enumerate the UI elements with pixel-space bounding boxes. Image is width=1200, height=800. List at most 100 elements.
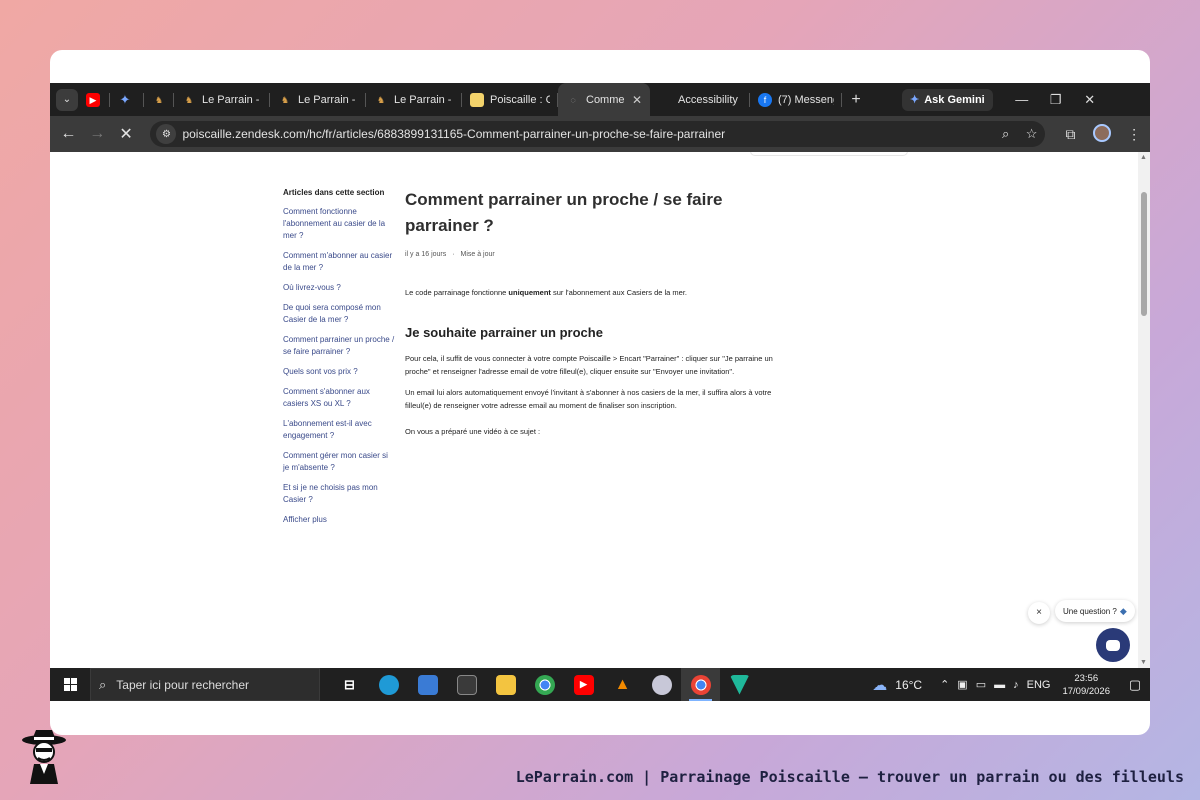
network-icon[interactable]: ▭ — [976, 678, 986, 691]
chat-prompt-bubble[interactable]: Une question ? ◆ — [1055, 600, 1135, 622]
app-icon — [729, 674, 750, 695]
leparrain-logo — [22, 730, 66, 784]
sidebar-link[interactable]: Comment fonctionne l'abonnement au casie… — [283, 206, 395, 242]
bookmark-star-icon[interactable]: ☆ — [1019, 126, 1045, 142]
meta-separator: · — [452, 251, 455, 258]
leparrain-icon: ♞ — [154, 94, 164, 105]
taskbar-youtube[interactable]: ▶ — [564, 668, 603, 701]
sidebar-link[interactable]: Et si je ne choisis pas mon Casier ? — [283, 482, 395, 506]
leparrain-icon: ♞ — [184, 94, 194, 105]
tab-active-article[interactable]: ◌ Comment ✕ — [558, 83, 650, 116]
forward-button[interactable]: → — [83, 125, 112, 143]
footer-caption: LeParrain.com | Parrainage Poiscaille — … — [515, 768, 1184, 786]
tab-accessibility[interactable]: Accessibility — [650, 83, 750, 116]
sidebar-link-current[interactable]: Comment parrainer un proche / se faire p… — [283, 334, 395, 358]
address-bar[interactable]: ⚙ poiscaille.zendesk.com/hc/fr/articles/… — [150, 121, 1045, 147]
article-sidebar: Articles dans cette section Comment fonc… — [283, 188, 395, 534]
sidebar-title: Articles dans cette section — [283, 188, 385, 197]
article-paragraph: Un email lui alors automatiquement envoy… — [405, 388, 772, 410]
url-text[interactable]: poiscaille.zendesk.com/hc/fr/articles/68… — [182, 127, 992, 141]
close-window-button[interactable]: ✕ — [1073, 92, 1107, 108]
language-indicator[interactable]: ENG — [1027, 679, 1051, 691]
battery-icon[interactable]: ▬ — [994, 679, 1005, 691]
gemini-icon: ✦ — [119, 91, 131, 107]
profile-avatar[interactable] — [1086, 123, 1118, 145]
sidebar-link[interactable]: Quels sont vos prix ? — [283, 366, 395, 378]
app-icon — [651, 674, 672, 695]
taskbar-edge[interactable] — [369, 668, 408, 701]
scroll-down-icon[interactable]: ▼ — [1140, 659, 1147, 666]
taskbar-store[interactable] — [408, 668, 447, 701]
scroll-thumb[interactable] — [1141, 192, 1147, 316]
taskbar-explorer[interactable] — [486, 668, 525, 701]
zoom-icon[interactable]: ⌕ — [993, 126, 1019, 142]
ask-gemini-button[interactable]: ✦ Ask Gemini — [902, 88, 993, 111]
new-tab-button[interactable]: + — [842, 91, 870, 109]
stop-loading-button[interactable]: ✕ — [112, 124, 141, 144]
chat-launcher-button[interactable] — [1096, 628, 1130, 662]
article-date: il y a 16 jours — [405, 251, 447, 258]
tab-poiscaille[interactable]: Poiscaille : Co — [462, 83, 558, 116]
scroll-up-icon[interactable]: ▲ — [1140, 154, 1147, 161]
clock[interactable]: 23:56 17/09/2026 — [1062, 672, 1110, 698]
folder-icon — [495, 674, 516, 695]
tab-leparrain[interactable]: ♞ — [144, 83, 174, 116]
menu-icon[interactable]: ⋮ — [1118, 126, 1150, 143]
taskbar-vlc[interactable]: ▲ — [603, 668, 642, 701]
meet-icon[interactable]: ▣ — [957, 678, 967, 691]
chrome-icon — [534, 674, 555, 695]
start-button[interactable] — [50, 678, 90, 691]
taskbar-chrome[interactable] — [525, 668, 564, 701]
tab-search-button[interactable]: ⌄ — [56, 88, 78, 111]
store-icon — [417, 674, 438, 695]
search-box-edge — [750, 152, 908, 156]
restore-button[interactable]: ❐ — [1039, 92, 1073, 108]
back-button[interactable]: ← — [54, 125, 83, 143]
chat-close-button[interactable]: × — [1028, 602, 1050, 624]
article-paragraph: Pour cela, il suffit de vous connecter à… — [405, 354, 773, 376]
tab-leparrain-4[interactable]: ♞ Le Parrain - L — [366, 83, 462, 116]
volume-icon[interactable]: ♪ — [1013, 679, 1019, 691]
search-icon: ⌕ — [99, 676, 107, 692]
chat-icon — [1106, 639, 1120, 651]
extensions-icon[interactable]: ⧉ — [1055, 126, 1087, 143]
sidebar-link[interactable]: L'abonnement est-il avec engagement ? — [283, 418, 395, 442]
sidebar-link[interactable]: Où livrez-vous ? — [283, 282, 395, 294]
weather-icon[interactable]: ☁ — [872, 676, 887, 694]
article-meta: il y a 16 jours · Mise à jour — [405, 251, 785, 258]
minimize-button[interactable]: — — [1005, 92, 1039, 107]
tab-youtube[interactable]: ▶ — [78, 83, 110, 116]
chevron-up-icon[interactable]: ⌃ — [940, 678, 949, 691]
sidebar-link[interactable]: De quoi sera composé mon Casier de la me… — [283, 302, 395, 326]
browser-window: ⌄ ▶ ✦ ♞ ♞ Le Parrain - L ♞ Le Parrain - … — [50, 50, 1150, 735]
sidebar-link[interactable]: Comment m'abonner au casier de la mer ? — [283, 250, 395, 274]
facebook-icon: f — [758, 92, 772, 107]
taskbar-app-11[interactable] — [720, 668, 759, 701]
task-view-button[interactable]: ⊟ — [330, 668, 369, 701]
youtube-icon: ▶ — [86, 92, 100, 107]
web-page: Articles dans cette section Comment fonc… — [50, 152, 1138, 668]
page-scrollbar[interactable]: ▲ ▼ — [1138, 152, 1150, 668]
chevron-down-icon: ⌄ — [62, 94, 72, 105]
tab-leparrain-2[interactable]: ♞ Le Parrain - L — [174, 83, 270, 116]
windows-icon — [63, 678, 77, 691]
tab-gemini[interactable]: ✦ — [110, 83, 144, 116]
notification-icon[interactable]: ▢ — [1120, 677, 1150, 693]
article-body: Comment parrainer un proche / se faire p… — [405, 187, 785, 438]
tab-leparrain-3[interactable]: ♞ Le Parrain - L — [270, 83, 366, 116]
sidebar-link[interactable]: Comment s'abonner aux casiers XS ou XL ? — [283, 386, 395, 410]
close-icon[interactable]: ✕ — [632, 93, 642, 107]
temperature[interactable]: 16°C — [895, 678, 922, 692]
system-tray: ☁ 16°C ⌃ ▣ ▭ ▬ ♪ ENG 23:56 17/09/2026 ▢ — [868, 672, 1150, 698]
site-info-icon[interactable]: ⚙ — [156, 124, 177, 144]
taskbar-chrome-active[interactable] — [681, 668, 720, 701]
taskbar-app-9[interactable] — [642, 668, 681, 701]
app-icon — [456, 674, 477, 695]
taskbar-app-3[interactable] — [447, 668, 486, 701]
leparrain-icon: ♞ — [376, 94, 386, 105]
show-more-link[interactable]: Afficher plus — [283, 514, 395, 526]
task-view-icon: ⊟ — [344, 676, 355, 692]
tab-messenger[interactable]: f (7) Messenge — [750, 83, 842, 116]
sidebar-link[interactable]: Comment gérer mon casier si je m'absente… — [283, 450, 395, 474]
taskbar-search[interactable]: ⌕ Taper ici pour rechercher — [90, 668, 320, 701]
